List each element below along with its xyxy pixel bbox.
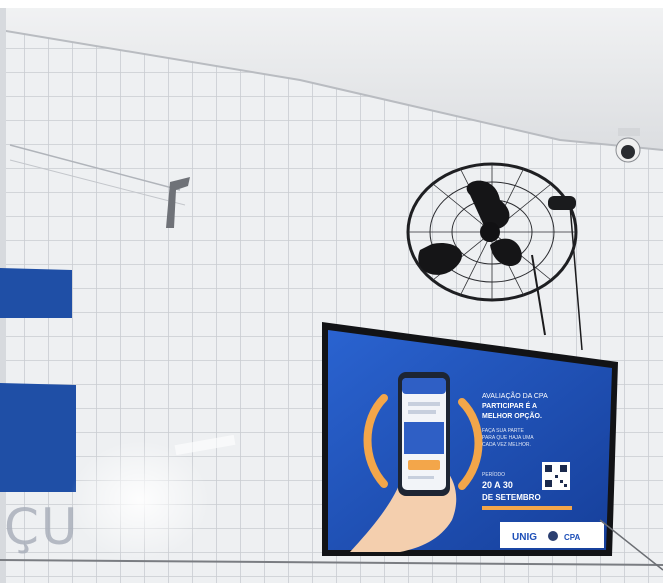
tv-period-label: PERÍODO [482, 471, 505, 478]
tv: AVALIAÇÃO DA CPA PARTICIPAR É A MELHOR O… [322, 322, 618, 556]
tv-body-line-3: CADA VEZ MELHOR. [482, 442, 531, 448]
tv-orange-bar [482, 506, 572, 510]
logo-unig: UNIG [512, 532, 537, 543]
glass-glare [70, 440, 210, 560]
wall-sign-lower [0, 383, 76, 492]
photo-top-edge [0, 0, 663, 8]
logo-cpa: CPA [564, 533, 581, 542]
wall-sign-letters: ÇU [4, 498, 80, 556]
tv-heading-line-3: MELHOR OPÇÃO. [482, 411, 542, 420]
qr-code-icon [542, 462, 570, 490]
tv-heading-line-2: PARTICIPAR É A [482, 401, 537, 410]
tv-body-line-1: FAÇA SUA PARTE [482, 428, 524, 434]
security-camera-icon [615, 128, 641, 163]
phone-image [398, 372, 450, 496]
photo-scene: AVALIAÇÃO DA CPA PARTICIPAR É A MELHOR O… [0, 0, 663, 583]
wall-sign-upper [0, 268, 72, 318]
tv-heading-line-1: AVALIAÇÃO DA CPA [482, 391, 548, 400]
tv-period-month: DE SETEMBRO [482, 493, 541, 502]
institution-seal-icon [548, 531, 558, 541]
tv-body-line-2: PARA QUE HAJA UMA [482, 435, 534, 441]
tv-period-dates: 20 A 30 [482, 480, 513, 490]
